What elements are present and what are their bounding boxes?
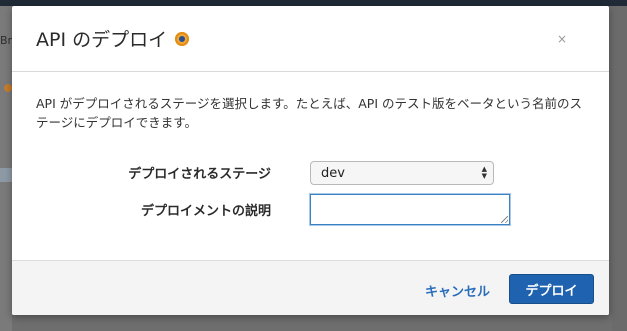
background-bottom-strip <box>12 315 612 331</box>
background-page-edge: Bre <box>0 6 19 331</box>
deployment-description-label: デプロイメントの説明 <box>140 204 271 219</box>
dialog-title: API のデプロイ <box>36 25 190 52</box>
dialog-header: API のデプロイ × <box>12 6 609 72</box>
cancel-button[interactable]: キャンセル <box>425 281 490 300</box>
resize-grip-icon[interactable] <box>501 216 508 223</box>
close-button[interactable]: × <box>557 32 567 46</box>
select-arrows-icon: ▲ ▼ <box>481 165 487 180</box>
deployment-description-input[interactable] <box>310 194 510 225</box>
dialog-title-text: API のデプロイ <box>36 29 168 51</box>
dialog-body: API がデプロイされるステージを選択します。たとえば、API のテスト版をベー… <box>12 72 609 260</box>
dialog-description: API がデプロイされるステージを選択します。たとえば、API のテスト版をベー… <box>36 96 582 130</box>
deploy-api-dialog: API のデプロイ × API がデプロイされるステージを選択します。たとえば、… <box>12 6 609 315</box>
deploy-button[interactable]: デプロイ <box>509 274 594 304</box>
background-highlight <box>0 168 12 182</box>
stage-label: デプロイされるステージ <box>128 167 271 182</box>
dialog-footer: キャンセル デプロイ <box>12 260 609 315</box>
stage-select[interactable]: dev ▲ ▼ <box>310 161 494 185</box>
info-icon[interactable] <box>175 31 190 46</box>
stage-select-value: dev <box>321 165 345 181</box>
background-status-dot <box>4 84 12 92</box>
